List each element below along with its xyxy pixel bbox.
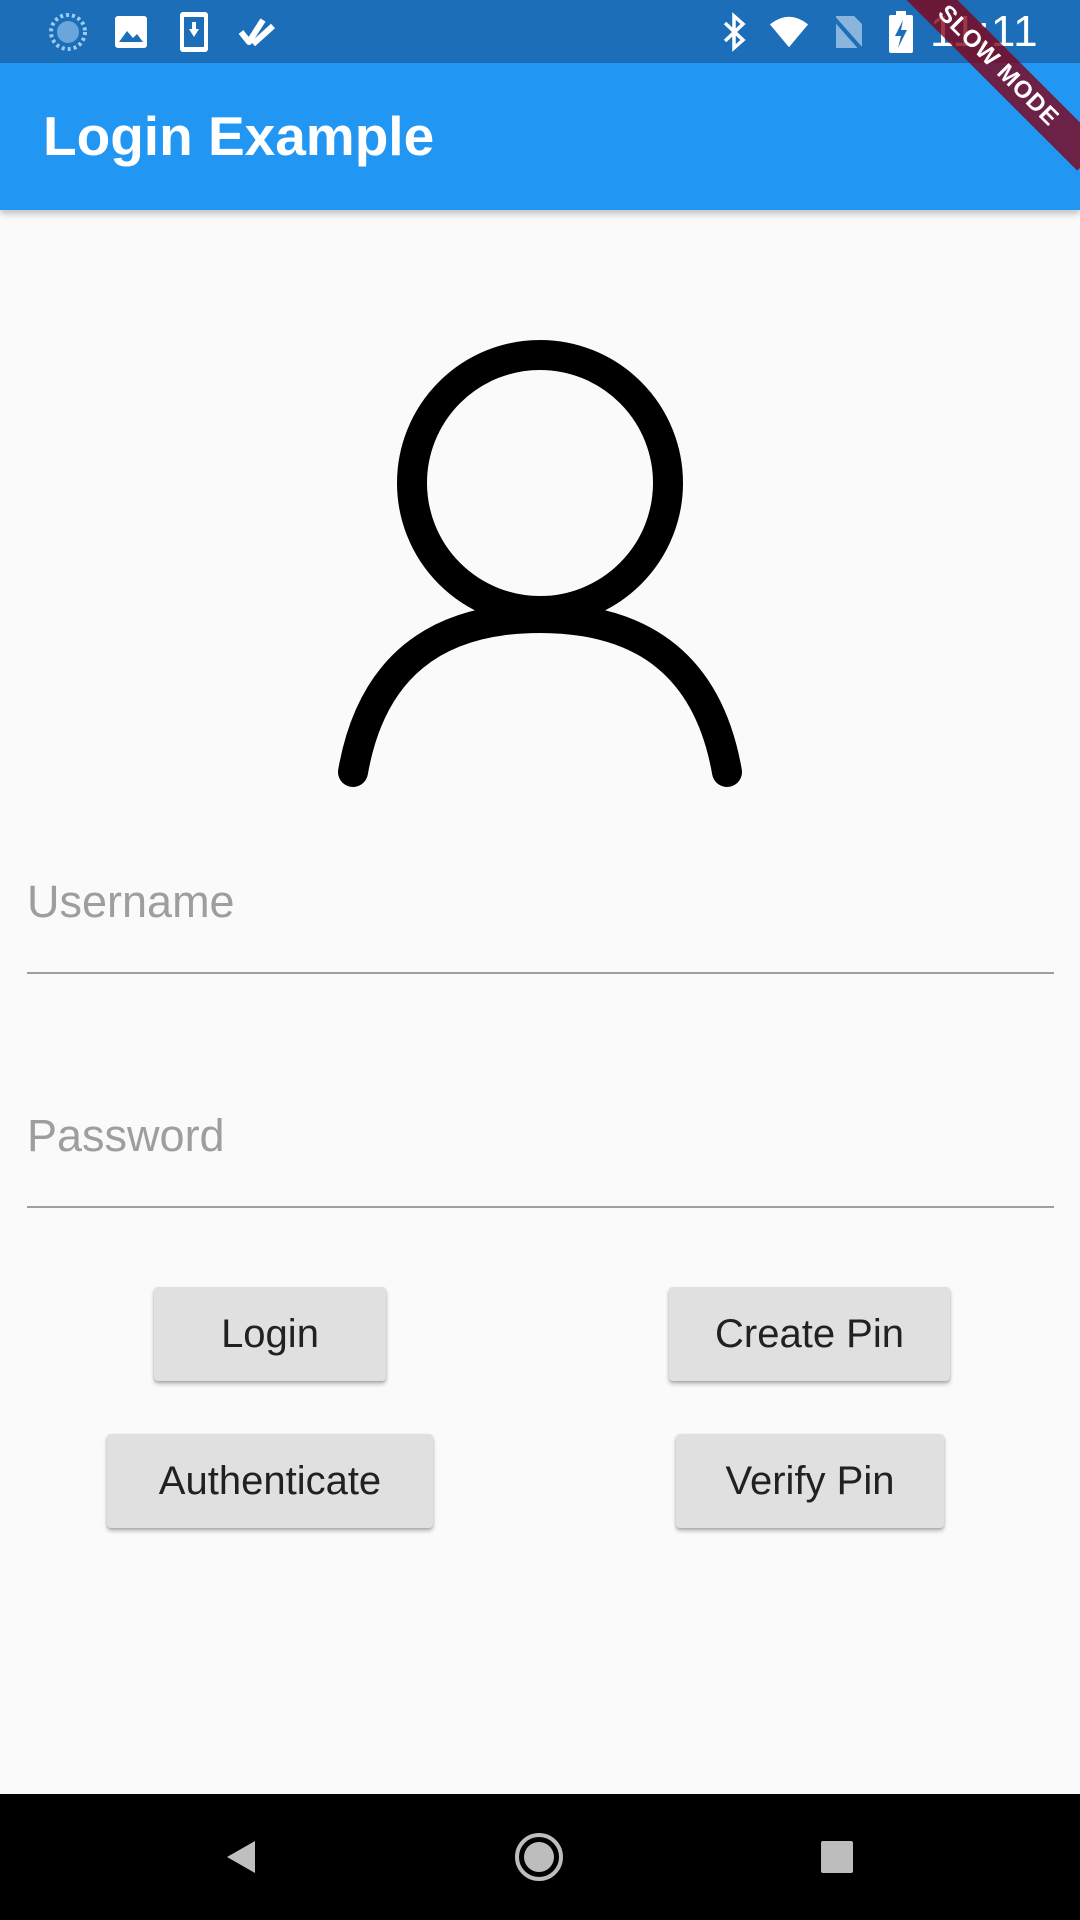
app-title: Login Example (43, 105, 435, 167)
password-placeholder: Password (27, 1110, 225, 1161)
recents-icon[interactable] (807, 1827, 867, 1887)
login-button[interactable]: Login (154, 1287, 386, 1381)
create-pin-button[interactable]: Create Pin (669, 1287, 950, 1381)
person-outline-icon (330, 330, 750, 790)
tasks-icon (236, 11, 278, 53)
login-screen: 11:11 SLOW MODE Login Example Username P… (0, 0, 1080, 1920)
verify-pin-button[interactable]: Verify Pin (676, 1434, 944, 1528)
download-icon (173, 11, 215, 53)
username-field[interactable]: Username (27, 864, 1054, 974)
username-placeholder: Username (27, 876, 235, 927)
navigation-bar (0, 1794, 1080, 1920)
password-underline (27, 1206, 1054, 1208)
home-icon[interactable] (509, 1827, 569, 1887)
sync-icon (47, 11, 89, 53)
no-sim-icon (826, 11, 868, 53)
battery-charging-icon (880, 11, 922, 53)
back-icon[interactable] (211, 1827, 271, 1887)
password-field[interactable]: Password (27, 1098, 1054, 1208)
username-underline (27, 972, 1054, 974)
bluetooth-icon (714, 11, 756, 53)
image-icon (110, 11, 152, 53)
authenticate-button[interactable]: Authenticate (107, 1434, 433, 1528)
wifi-icon (768, 11, 810, 53)
app-bar: Login Example (0, 63, 1080, 210)
